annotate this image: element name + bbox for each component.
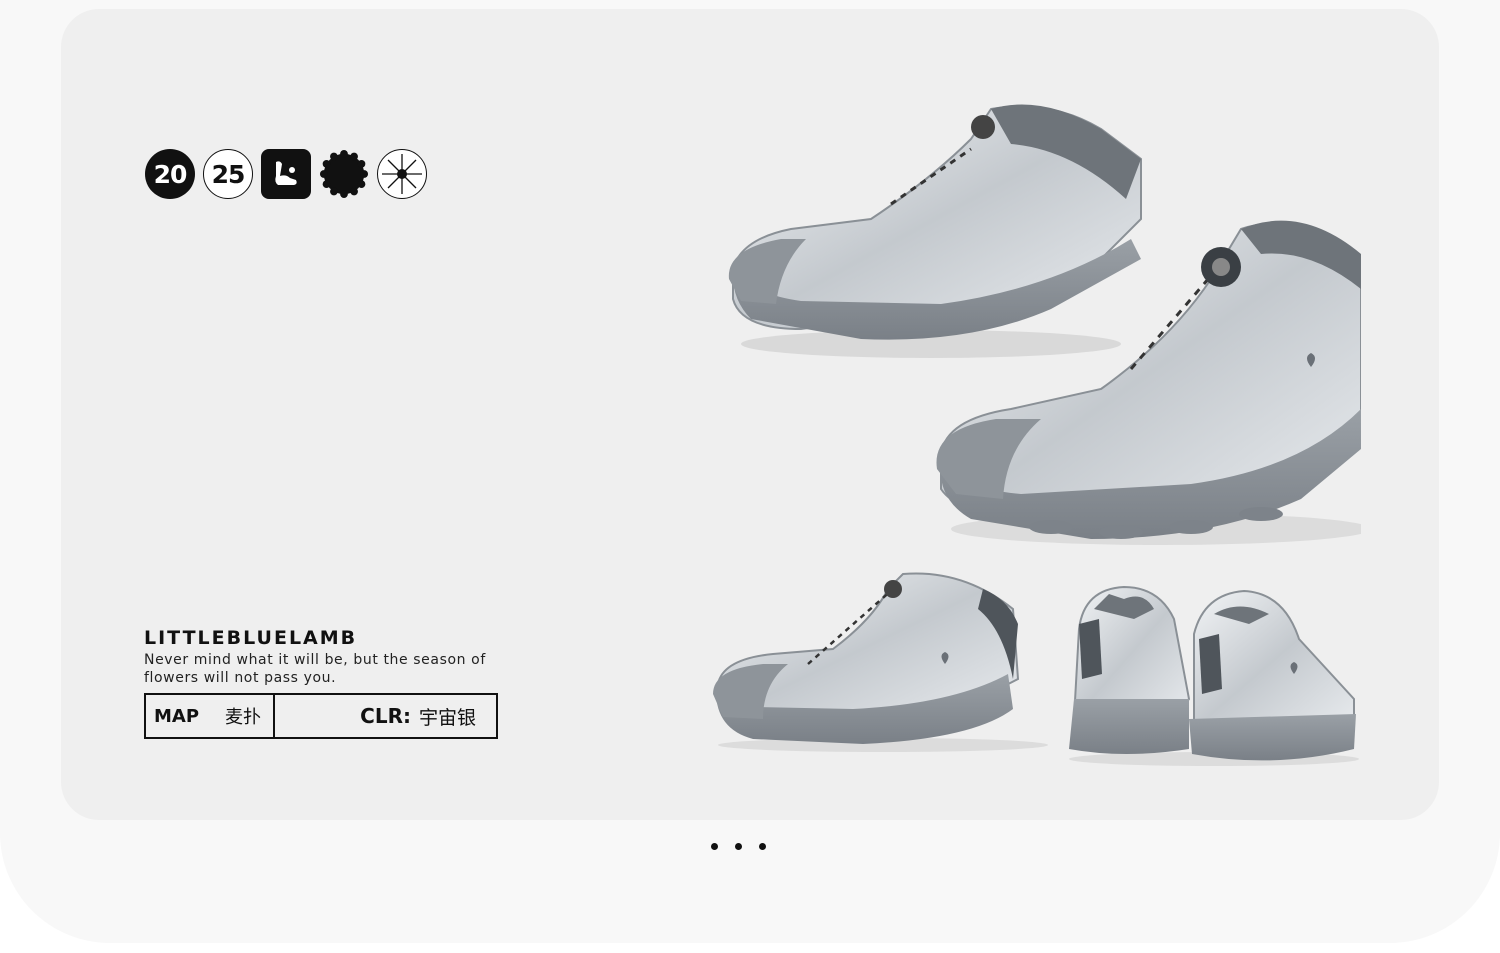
- carousel-dot-3[interactable]: [759, 843, 766, 850]
- carousel-dot-2[interactable]: [735, 843, 742, 850]
- badge-row: 20 25: [145, 149, 427, 199]
- foot-icon: [261, 149, 311, 199]
- back-view-shoes-image: [1069, 585, 1359, 766]
- product-card: 20 25 littlebluelamb Never mind what it …: [61, 9, 1439, 820]
- brand-name: LITTLEBLUELAMB: [144, 620, 358, 651]
- brand-block: LITTLEBLUELAMB Never mind what it will b…: [144, 621, 498, 739]
- scalloped-seal-icon: [319, 149, 369, 199]
- brand-tagline: Never mind what it will be, but the seas…: [144, 652, 486, 686]
- map-value: 麦扑: [225, 707, 262, 728]
- product-info-box: MAP 麦扑 CLR: 宇宙银: [144, 693, 498, 739]
- carousel-dots: [711, 843, 766, 850]
- map-label: MAP: [154, 705, 200, 727]
- carousel-dot-1[interactable]: [711, 843, 718, 850]
- color-label: CLR:: [360, 704, 411, 728]
- color-cell: CLR: 宇宙银: [275, 695, 496, 737]
- color-value: 宇宙银: [418, 706, 476, 729]
- year-badge-25: 25: [203, 149, 253, 199]
- side-view-shoe-image: [713, 572, 1048, 752]
- sparkle-icon: [377, 149, 427, 199]
- map-cell: MAP 麦扑: [146, 695, 275, 737]
- hero-shoe-pair-image: [728, 104, 1361, 545]
- year-badge-20: 20: [145, 149, 195, 199]
